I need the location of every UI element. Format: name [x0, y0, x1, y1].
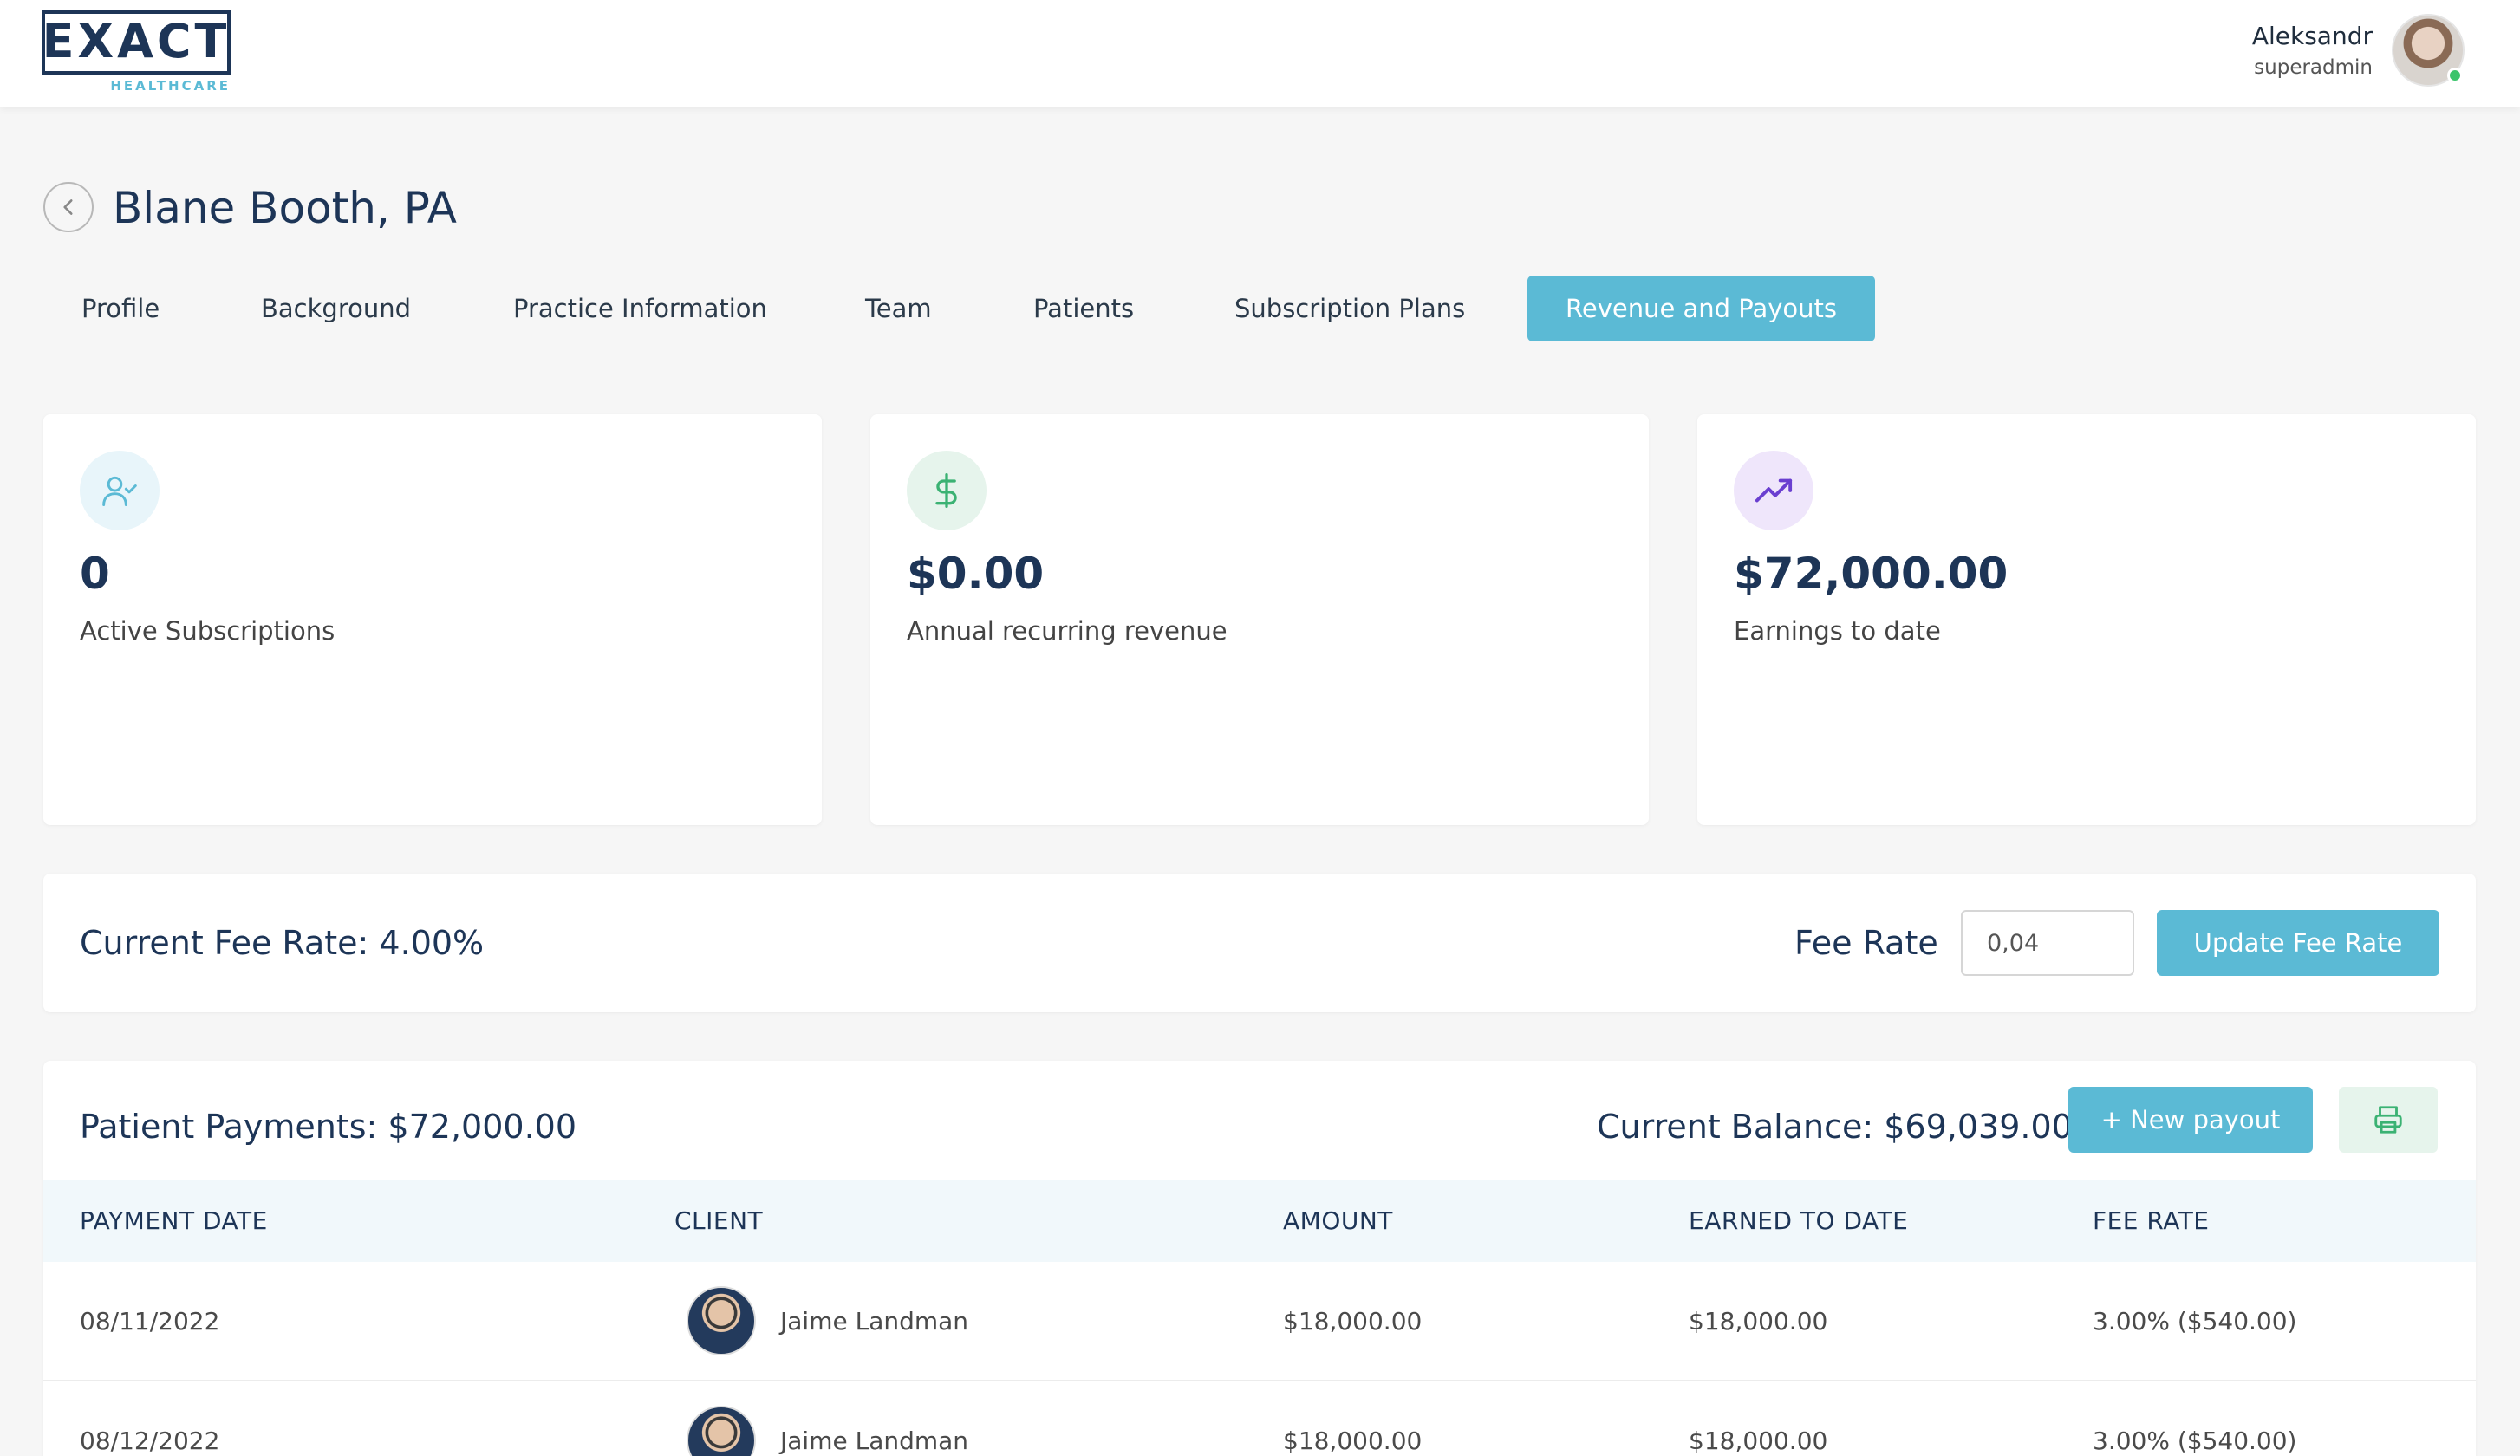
stat-label: Annual recurring revenue [907, 616, 1227, 646]
logo-text: EXACT [42, 14, 231, 68]
fee-rate-label: Fee Rate [1794, 924, 1938, 962]
client-name[interactable]: Jaime Landman [780, 1381, 968, 1456]
stat-card-active-subscriptions: 0 Active Subscriptions [43, 414, 822, 825]
client-avatar [687, 1286, 756, 1355]
fee-rate: 3.00% ($540.00) [2093, 1307, 2297, 1336]
online-status-dot [2447, 68, 2463, 83]
table-row[interactable]: 08/12/2022 Jaime Landman $18,000.00 $18,… [43, 1381, 2476, 1456]
print-button[interactable] [2339, 1087, 2438, 1153]
update-fee-rate-button[interactable]: Update Fee Rate [2157, 910, 2439, 976]
client-name[interactable]: Jaime Landman [780, 1262, 968, 1381]
logo-subtext: HEALTHCARE [105, 78, 231, 94]
dollar-icon [907, 451, 987, 530]
column-header-payment-date[interactable]: PAYMENT DATE [80, 1180, 268, 1262]
logo[interactable]: EXACT HEALTHCARE [42, 10, 234, 94]
stat-card-annual-revenue: $0.00 Annual recurring revenue [870, 414, 1649, 825]
printer-icon [2374, 1106, 2402, 1134]
earned-to-date: $18,000.00 [1689, 1307, 1828, 1336]
tab-revenue-and-payouts[interactable]: Revenue and Payouts [1527, 276, 1876, 341]
user-name: Aleksandr [2251, 22, 2373, 50]
stat-value: 0 [80, 549, 110, 599]
payment-date: 08/12/2022 [80, 1427, 220, 1455]
back-button[interactable] [43, 182, 94, 232]
patient-payments-card: Patient Payments: $72,000.00 Current Bal… [43, 1061, 2476, 1456]
tab-practice-information[interactable]: Practice Information [475, 276, 805, 341]
user-check-icon [80, 451, 160, 530]
stat-label: Active Subscriptions [80, 616, 335, 646]
tab-team[interactable]: Team [827, 276, 970, 341]
stat-value: $72,000.00 [1734, 549, 2009, 599]
fee-rate: 3.00% ($540.00) [2093, 1427, 2297, 1455]
current-balance: Current Balance: $69,039.00 [1597, 1108, 2073, 1146]
tab-background[interactable]: Background [223, 276, 449, 341]
amount: $18,000.00 [1283, 1427, 1423, 1455]
user-info: Aleksandr superadmin [2252, 19, 2373, 81]
column-header-earned-to-date[interactable]: EARNED TO DATE [1689, 1180, 1908, 1262]
fee-rate-card: Current Fee Rate: 4.00% Fee Rate Update … [43, 874, 2476, 1012]
amount: $18,000.00 [1283, 1307, 1423, 1336]
page-title: Blane Booth, PA [113, 183, 457, 233]
stat-label: Earnings to date [1734, 616, 1941, 646]
table-row[interactable]: 08/11/2022 Jaime Landman $18,000.00 $18,… [43, 1262, 2476, 1381]
column-header-fee-rate[interactable]: FEE RATE [2093, 1180, 2209, 1262]
fee-rate-input[interactable] [1961, 910, 2134, 976]
column-header-client[interactable]: CLIENT [674, 1180, 763, 1262]
patient-payments-title: Patient Payments: $72,000.00 [80, 1108, 577, 1146]
chevron-left-icon [63, 199, 73, 215]
new-payout-button[interactable]: + New payout [2068, 1087, 2313, 1153]
top-bar: EXACT HEALTHCARE Aleksandr superadmin [0, 0, 2520, 107]
tab-profile[interactable]: Profile [43, 276, 198, 341]
payment-date: 08/11/2022 [80, 1307, 220, 1336]
column-header-amount[interactable]: AMOUNT [1283, 1180, 1393, 1262]
tab-patients[interactable]: Patients [995, 276, 1172, 341]
user-menu[interactable]: Aleksandr superadmin [2252, 14, 2465, 87]
earned-to-date: $18,000.00 [1689, 1427, 1828, 1455]
client-avatar [687, 1406, 756, 1456]
stat-card-earnings: $72,000.00 Earnings to date [1697, 414, 2476, 825]
user-avatar-wrap[interactable] [2392, 14, 2465, 87]
user-role: superadmin [2254, 56, 2373, 79]
tab-subscription-plans[interactable]: Subscription Plans [1196, 276, 1503, 341]
table-header: PAYMENT DATE CLIENT AMOUNT EARNED TO DAT… [43, 1180, 2476, 1262]
trending-up-icon [1734, 451, 1813, 530]
stat-value: $0.00 [907, 549, 1045, 599]
current-fee-rate: Current Fee Rate: 4.00% [80, 924, 485, 962]
